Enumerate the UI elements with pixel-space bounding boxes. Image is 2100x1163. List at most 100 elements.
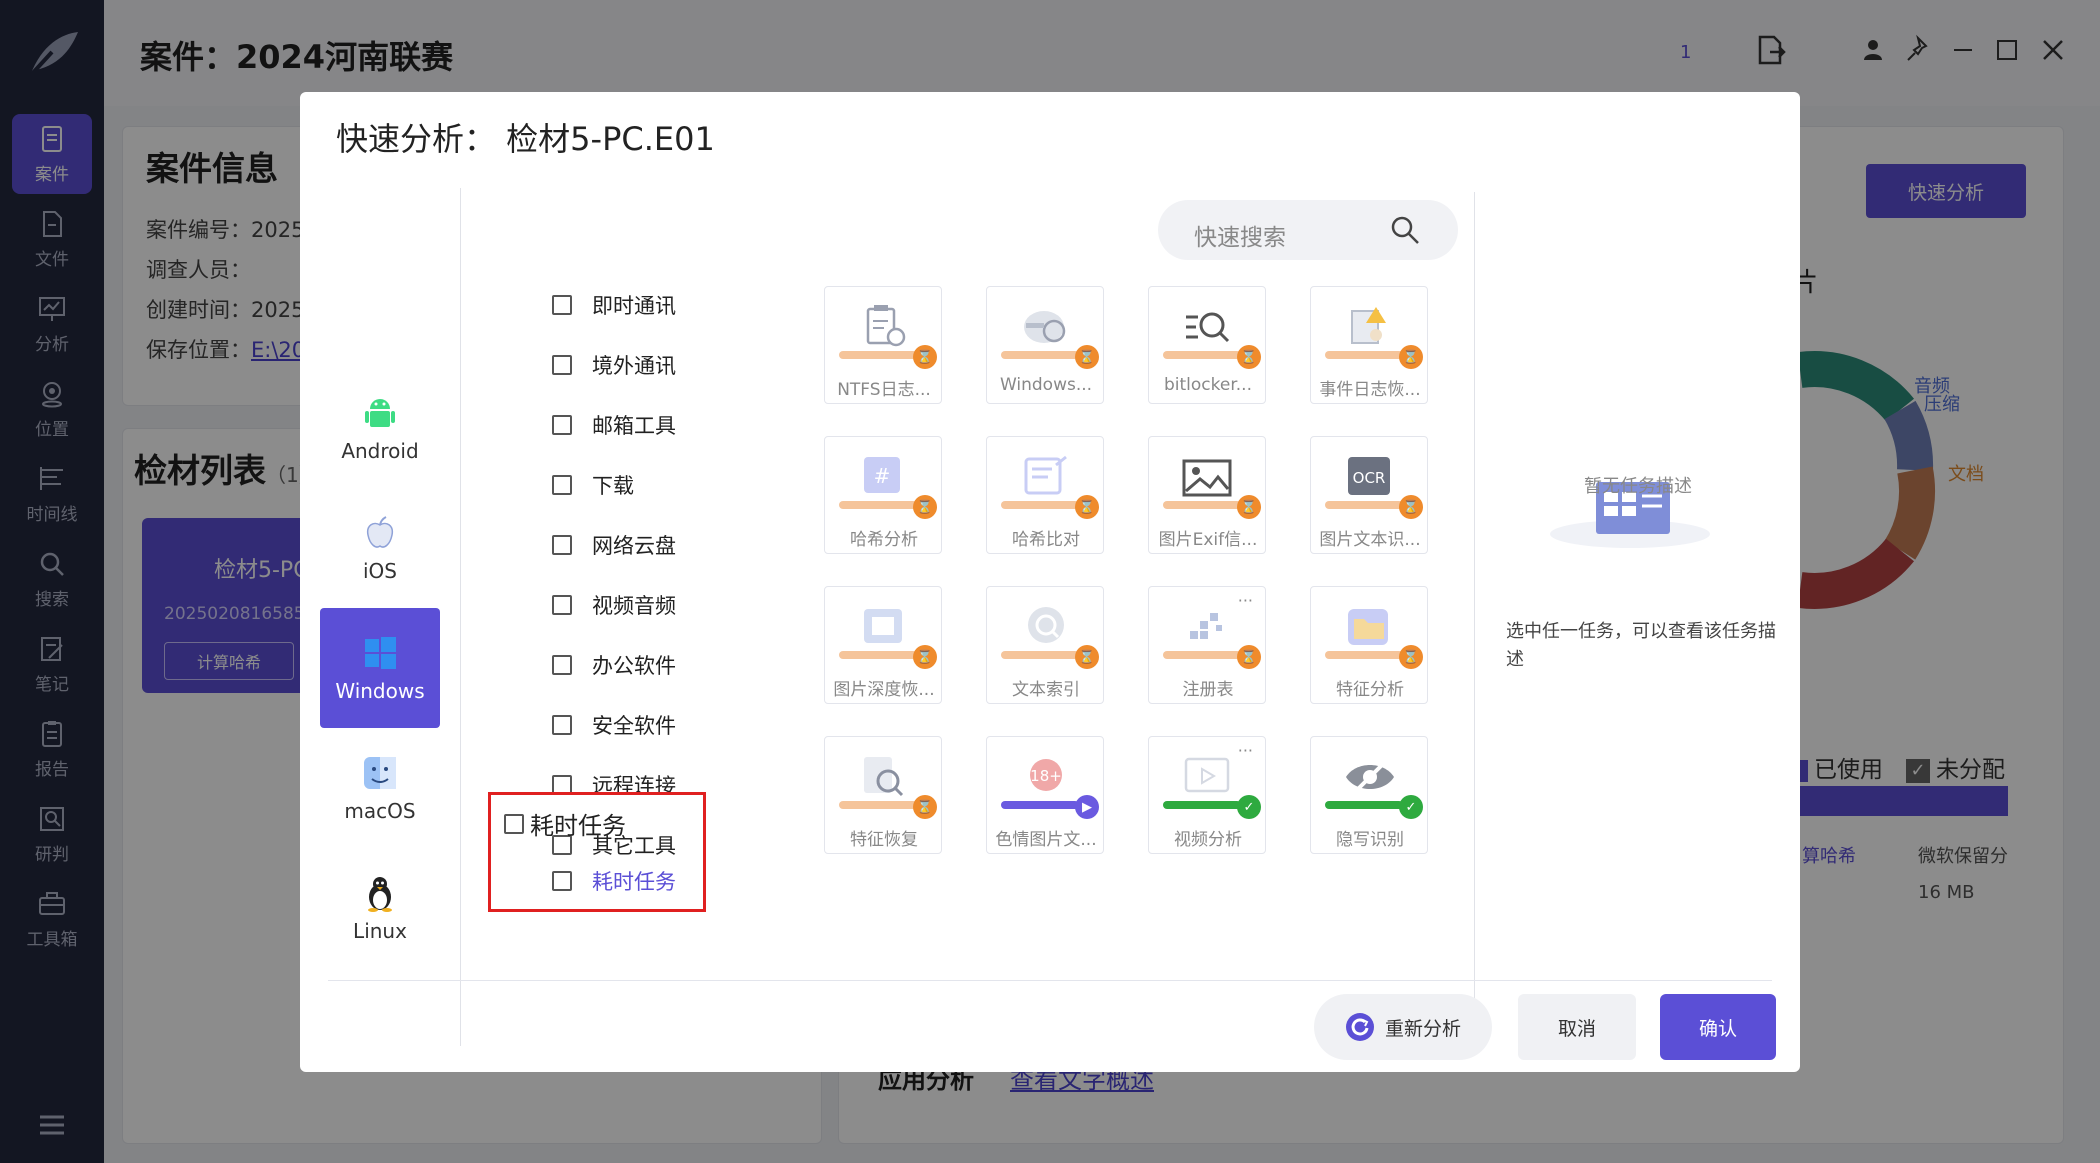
disk-search-icon [1024,311,1066,343]
checkbox[interactable] [552,595,572,615]
hourglass-icon: ⌛ [1399,495,1423,519]
picture-icon [1182,459,1232,497]
tile-label: 事件日志恢... [1319,380,1421,400]
checkbox[interactable] [552,295,572,315]
divider [1474,192,1475,1046]
adult-18-icon: 18+ [1030,759,1062,791]
empty-task-icon [1550,482,1710,548]
folder-shield-icon [1348,609,1388,645]
tile-label: 注册表 [1182,680,1234,700]
os-ios[interactable]: iOS [320,488,440,608]
task-tile[interactable]: ✓ 隐写识别 [1310,736,1428,854]
task-tile[interactable]: ··· ✓ 视频分析 [1148,736,1266,854]
tile-label: 特征分析 [1336,680,1404,700]
svg-text:#: # [874,464,891,488]
tile-label: bitlocker... [1164,375,1252,395]
checkbox[interactable] [552,655,572,675]
status-bar [1163,801,1241,809]
status-bar [1163,501,1241,509]
os-label: Android [341,439,419,463]
category-item[interactable]: 安全软件 [552,710,676,740]
divider [460,188,461,1046]
task-tile[interactable]: ⌛ 图片深度恢... [824,586,942,704]
hourglass-icon: ⌛ [1075,645,1099,669]
os-label: Linux [353,919,407,943]
task-tile[interactable]: ⌛ bitlocker... [1148,286,1266,404]
more-icon[interactable]: ··· [1238,591,1253,610]
hourglass-icon: ⌛ [1075,345,1099,369]
hourglass-icon: ⌛ [1399,645,1423,669]
task-tile[interactable]: ⌛ Windows... [986,286,1104,404]
os-android[interactable]: Android [320,368,440,488]
tile-label: 哈希比对 [1012,530,1080,550]
doc-search-icon [864,757,904,797]
magnifier-list-icon [1186,312,1230,343]
checkbox[interactable] [552,871,572,891]
image-stack-icon [864,609,902,643]
hourglass-icon: ⌛ [1399,345,1423,369]
category-item[interactable]: 邮箱工具 [552,410,676,440]
checkbox[interactable] [552,535,572,555]
dialog-title: 快速分析： 检材5-PC.E01 [336,120,715,158]
check-icon: ✓ [1399,795,1423,819]
os-linux[interactable]: Linux [320,848,440,968]
status-bar [1325,501,1403,509]
tile-label: 视频分析 [1174,830,1242,850]
task-tile[interactable]: # ⌛ 哈希分析 [824,436,942,554]
task-tile[interactable]: ⌛ 文本索引 [986,586,1104,704]
status-bar [839,501,917,509]
task-tile[interactable]: ⌛ 图片Exif信... [1148,436,1266,554]
task-tile[interactable]: ⌛ 特征分析 [1310,586,1428,704]
category-item[interactable]: 即时通讯 [552,290,676,320]
cancel-button[interactable]: 取消 [1518,994,1636,1060]
category-item[interactable]: 境外通讯 [552,350,676,380]
task-tile[interactable]: OCR ⌛ 图片文本识... [1310,436,1428,554]
finder-icon [364,757,396,789]
eye-hidden-icon [1346,759,1394,795]
reanalyze-button[interactable]: 重新分析 [1314,994,1492,1060]
time-task-item[interactable]: 耗时任务 [552,866,676,896]
search-placeholder: 快速搜索 [1194,225,1286,251]
task-tile[interactable]: ⌛ 特征恢复 [824,736,942,854]
hourglass-icon: ⌛ [1075,495,1099,519]
search-input[interactable]: 快速搜索 [1158,200,1458,260]
svg-text:18+: 18+ [1030,767,1062,785]
status-bar [1163,351,1241,359]
checkbox[interactable] [552,355,572,375]
task-tile[interactable]: 18+ ▶ 色情图片文... [986,736,1104,854]
clipboard-clock-icon [866,305,906,347]
task-tile[interactable]: ⌛ 事件日志恢... [1310,286,1428,404]
checkbox[interactable] [552,715,572,735]
video-window-icon [1184,757,1230,793]
status-bar [1163,651,1241,659]
hash-frame-icon: # [864,457,900,493]
tile-label: 图片文本识... [1319,530,1421,550]
tile-label: 色情图片文... [995,830,1097,850]
checkbox[interactable] [504,813,524,834]
hourglass-icon: ⌛ [1237,645,1261,669]
status-bar [1001,351,1079,359]
hourglass-icon: ⌛ [913,495,937,519]
category-item[interactable]: 网络云盘 [552,530,676,560]
os-label: iOS [363,559,397,583]
task-tile[interactable]: ⌛ 哈希比对 [986,436,1104,554]
checkbox[interactable] [552,415,572,435]
category-item[interactable]: 视频音频 [552,590,676,620]
tile-label: 特征恢复 [850,830,918,850]
category-item[interactable]: 下载 [552,470,634,500]
os-macos[interactable]: macOS [320,728,440,848]
android-icon [365,399,395,427]
more-icon[interactable]: ··· [1238,741,1253,760]
search-icon[interactable] [1390,215,1420,245]
hourglass-icon: ⌛ [913,645,937,669]
category-item[interactable]: 办公软件 [552,650,676,680]
confirm-button[interactable]: 确认 [1660,994,1776,1060]
status-bar [1001,801,1079,809]
tile-label: 图片Exif信... [1158,530,1258,550]
os-windows[interactable]: Windows [320,608,440,728]
task-tile[interactable]: ··· ⌛ 注册表 [1148,586,1266,704]
tile-label: NTFS日志... [837,380,931,400]
time-task-group[interactable]: 耗时任务 [504,806,626,841]
task-tile[interactable]: ⌛ NTFS日志... [824,286,942,404]
checkbox[interactable] [552,475,572,495]
